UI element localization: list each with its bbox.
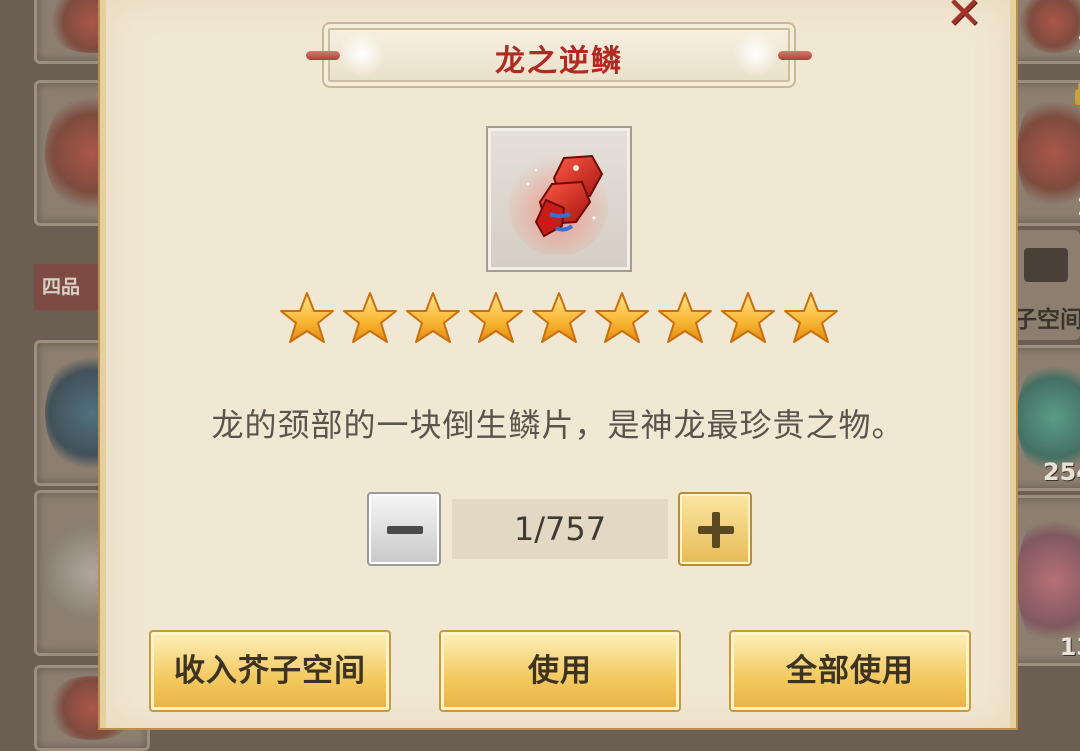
star-icon <box>343 292 397 343</box>
item-count: 1 <box>1076 31 1080 59</box>
item-icon-frame <box>486 126 632 272</box>
star-icon <box>595 292 649 343</box>
close-button[interactable]: ✕ <box>942 0 986 38</box>
item-detail-dialog <box>100 0 1016 728</box>
minus-icon <box>387 526 423 534</box>
item-title: 龙之逆鳞 <box>495 44 623 79</box>
use-button[interactable]: 使用 <box>439 630 681 712</box>
chest-icon <box>1024 248 1068 282</box>
dragon-scale-icon <box>508 154 608 254</box>
storage-shortcut: 子空间 <box>1010 230 1080 340</box>
item-description: 龙的颈部的一块倒生鳞片，是神龙最珍贵之物。 <box>211 406 905 444</box>
inventory-slot: 1 <box>1006 80 1080 226</box>
title-banner: 龙之逆鳞 <box>306 22 812 88</box>
decrease-quantity-button[interactable] <box>367 492 441 566</box>
star-icon <box>721 292 775 343</box>
inventory-slot: 1 <box>1006 0 1080 64</box>
item-count: 13 <box>1059 633 1080 661</box>
inventory-slot: 254 <box>1006 345 1080 491</box>
quantity-display[interactable]: 1/757 <box>452 499 668 559</box>
inventory-slot: 13 <box>1006 495 1080 666</box>
star-icon <box>658 292 712 343</box>
star-icon <box>469 292 523 343</box>
star-icon <box>784 292 838 343</box>
use-all-button[interactable]: 全部使用 <box>729 630 971 712</box>
category-label: 四品 <box>34 264 104 310</box>
lock-icon <box>1075 80 1080 105</box>
star-icon <box>532 292 586 343</box>
store-to-space-button[interactable]: 收入芥子空间 <box>149 630 391 712</box>
item-count: 254 <box>1042 458 1080 486</box>
star-rating <box>278 290 843 350</box>
increase-quantity-button[interactable] <box>678 492 752 566</box>
star-icon <box>280 292 334 343</box>
item-count: 1 <box>1076 193 1080 221</box>
storage-shortcut-label: 子空间 <box>1014 307 1080 333</box>
star-icon <box>406 292 460 343</box>
